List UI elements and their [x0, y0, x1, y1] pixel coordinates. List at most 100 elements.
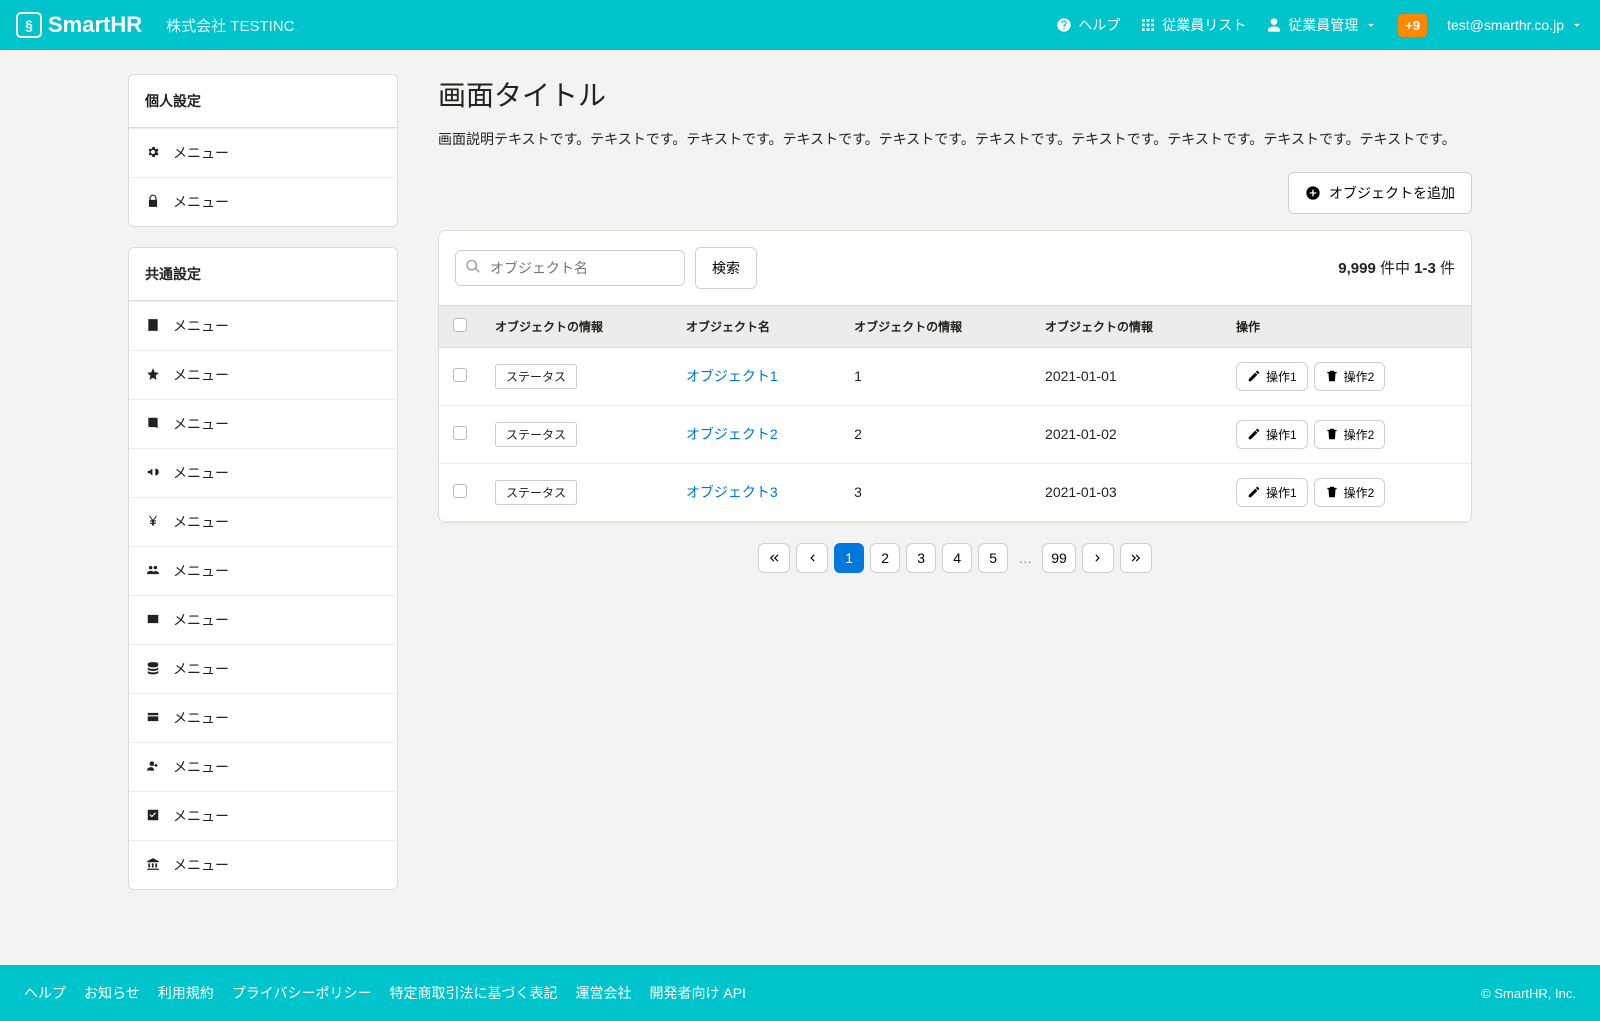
search-input[interactable]: [455, 250, 685, 286]
result-count: 9,999 件中 1-3 件: [1338, 257, 1455, 278]
sidebar-item[interactable]: メニュー: [129, 177, 397, 226]
status-tag: ステータス: [495, 480, 577, 505]
page-5[interactable]: 5: [978, 543, 1008, 573]
page-4[interactable]: 4: [942, 543, 972, 573]
sidebar-item[interactable]: メニュー: [129, 448, 397, 497]
company-name: 株式会社 TESTINC: [166, 15, 294, 36]
table-row: ステータスオブジェクト222021-01-02操作1操作2: [439, 405, 1471, 463]
sidebar-item-label: メニュー: [173, 855, 229, 875]
row-checkbox[interactable]: [453, 426, 467, 440]
page-1[interactable]: 1: [834, 543, 864, 573]
select-all-checkbox[interactable]: [453, 318, 467, 332]
sidebar-item[interactable]: メニュー: [129, 644, 397, 693]
double-right-icon: [1129, 551, 1143, 565]
grid-icon: [1140, 17, 1156, 33]
user-email: test@smarthr.co.jp: [1447, 17, 1564, 33]
page-next[interactable]: [1082, 543, 1114, 573]
col-info3: オブジェクトの情報: [1031, 305, 1222, 347]
count-range: 1-3: [1414, 260, 1436, 277]
footer-link[interactable]: 特定商取引法に基づく表記: [389, 983, 557, 1003]
search-button-label: 検索: [712, 258, 740, 278]
help-label: ヘルプ: [1078, 15, 1120, 35]
object-link[interactable]: オブジェクト1: [686, 368, 778, 384]
employee-mgmt-dropdown[interactable]: 従業員管理: [1266, 15, 1378, 35]
row-checkbox[interactable]: [453, 368, 467, 382]
sidebar: 個人設定 メニュー メニュー 共通設定 メニュー メニュー メニュー メニュー …: [128, 74, 398, 941]
card-icon: [145, 710, 161, 727]
brand-icon: §: [16, 12, 42, 38]
pencil-icon: [1247, 427, 1261, 441]
delete-button[interactable]: 操作2: [1314, 420, 1386, 449]
sidebar-item[interactable]: メニュー: [129, 595, 397, 644]
sidebar-personal-header: 個人設定: [129, 75, 397, 128]
cell-date: 2021-01-02: [1031, 405, 1222, 463]
header-right: ヘルプ 従業員リスト 従業員管理 +9 test@smarthr.co.jp: [1056, 14, 1584, 37]
sidebar-item[interactable]: メニュー: [129, 546, 397, 595]
data-table: オブジェクトの情報 オブジェクト名 オブジェクトの情報 オブジェクトの情報 操作…: [439, 305, 1471, 522]
sidebar-common-header: 共通設定: [129, 248, 397, 301]
trash-icon: [1325, 369, 1339, 383]
count-total: 9,999: [1338, 260, 1376, 277]
user-icon: [1266, 17, 1282, 33]
add-object-button[interactable]: オブジェクトを追加: [1288, 172, 1472, 214]
notification-badge[interactable]: +9: [1398, 14, 1427, 37]
user-menu[interactable]: test@smarthr.co.jp: [1447, 17, 1584, 33]
checkbox-icon: [145, 808, 161, 825]
row-checkbox[interactable]: [453, 484, 467, 498]
footer-link[interactable]: プライバシーポリシー: [232, 983, 372, 1003]
footer-link[interactable]: ヘルプ: [24, 983, 66, 1003]
search-button[interactable]: 検索: [695, 247, 757, 289]
building-icon: [145, 318, 161, 335]
footer-link[interactable]: 利用規約: [158, 983, 214, 1003]
sidebar-item-label: メニュー: [173, 561, 229, 581]
employee-mgmt-label: 従業員管理: [1288, 15, 1358, 35]
sidebar-item[interactable]: メニュー: [129, 693, 397, 742]
page-3[interactable]: 3: [906, 543, 936, 573]
footer-link[interactable]: 開発者向け API: [649, 983, 745, 1003]
edit-button[interactable]: 操作1: [1236, 362, 1308, 391]
col-info2: オブジェクトの情報: [840, 305, 1031, 347]
delete-button[interactable]: 操作2: [1314, 478, 1386, 507]
sidebar-item[interactable]: メニュー: [129, 301, 397, 350]
employee-list-link[interactable]: 従業員リスト: [1140, 15, 1246, 35]
edit-button[interactable]: 操作1: [1236, 420, 1308, 449]
sidebar-item-label: メニュー: [173, 192, 229, 212]
help-link[interactable]: ヘルプ: [1056, 15, 1120, 35]
page-last-num[interactable]: 99: [1042, 543, 1076, 573]
sidebar-personal: 個人設定 メニュー メニュー: [128, 74, 398, 227]
sidebar-item[interactable]: メニュー: [129, 350, 397, 399]
count-mid: 件中: [1376, 260, 1414, 277]
add-object-label: オブジェクトを追加: [1329, 183, 1455, 203]
page-last[interactable]: [1120, 543, 1152, 573]
bank-icon: [145, 857, 161, 874]
object-link[interactable]: オブジェクト3: [686, 484, 778, 500]
page-title: 画面タイトル: [438, 74, 1472, 114]
sidebar-item-label: メニュー: [173, 806, 229, 826]
employee-list-label: 従業員リスト: [1162, 15, 1246, 35]
sidebar-item-label: メニュー: [173, 463, 229, 483]
page-first[interactable]: [758, 543, 790, 573]
lock-icon: [145, 194, 161, 211]
sidebar-item[interactable]: メニュー: [129, 399, 397, 448]
edit-button[interactable]: 操作1: [1236, 478, 1308, 507]
cell-date: 2021-01-03: [1031, 463, 1222, 521]
cell-value: 1: [840, 347, 1031, 405]
data-panel: 検索 9,999 件中 1-3 件 オブジェクトの情報 オブジェクト名 オブジェ…: [438, 230, 1472, 523]
sidebar-item[interactable]: メニュー: [129, 742, 397, 791]
footer-link[interactable]: 運営会社: [575, 983, 631, 1003]
delete-button[interactable]: 操作2: [1314, 362, 1386, 391]
col-ops: 操作: [1222, 305, 1471, 347]
object-link[interactable]: オブジェクト2: [686, 426, 778, 442]
sidebar-item-label: メニュー: [173, 610, 229, 630]
sidebar-item-label: メニュー: [173, 414, 229, 434]
sidebar-item[interactable]: メニュー: [129, 497, 397, 546]
sidebar-item[interactable]: メニュー: [129, 840, 397, 889]
idcard-icon: [145, 612, 161, 629]
page-2[interactable]: 2: [870, 543, 900, 573]
footer-link[interactable]: お知らせ: [84, 983, 140, 1003]
brand-logo[interactable]: § SmartHR: [16, 12, 142, 38]
sidebar-item-label: メニュー: [173, 708, 229, 728]
sidebar-item[interactable]: メニュー: [129, 128, 397, 177]
page-prev[interactable]: [796, 543, 828, 573]
sidebar-item[interactable]: メニュー: [129, 791, 397, 840]
